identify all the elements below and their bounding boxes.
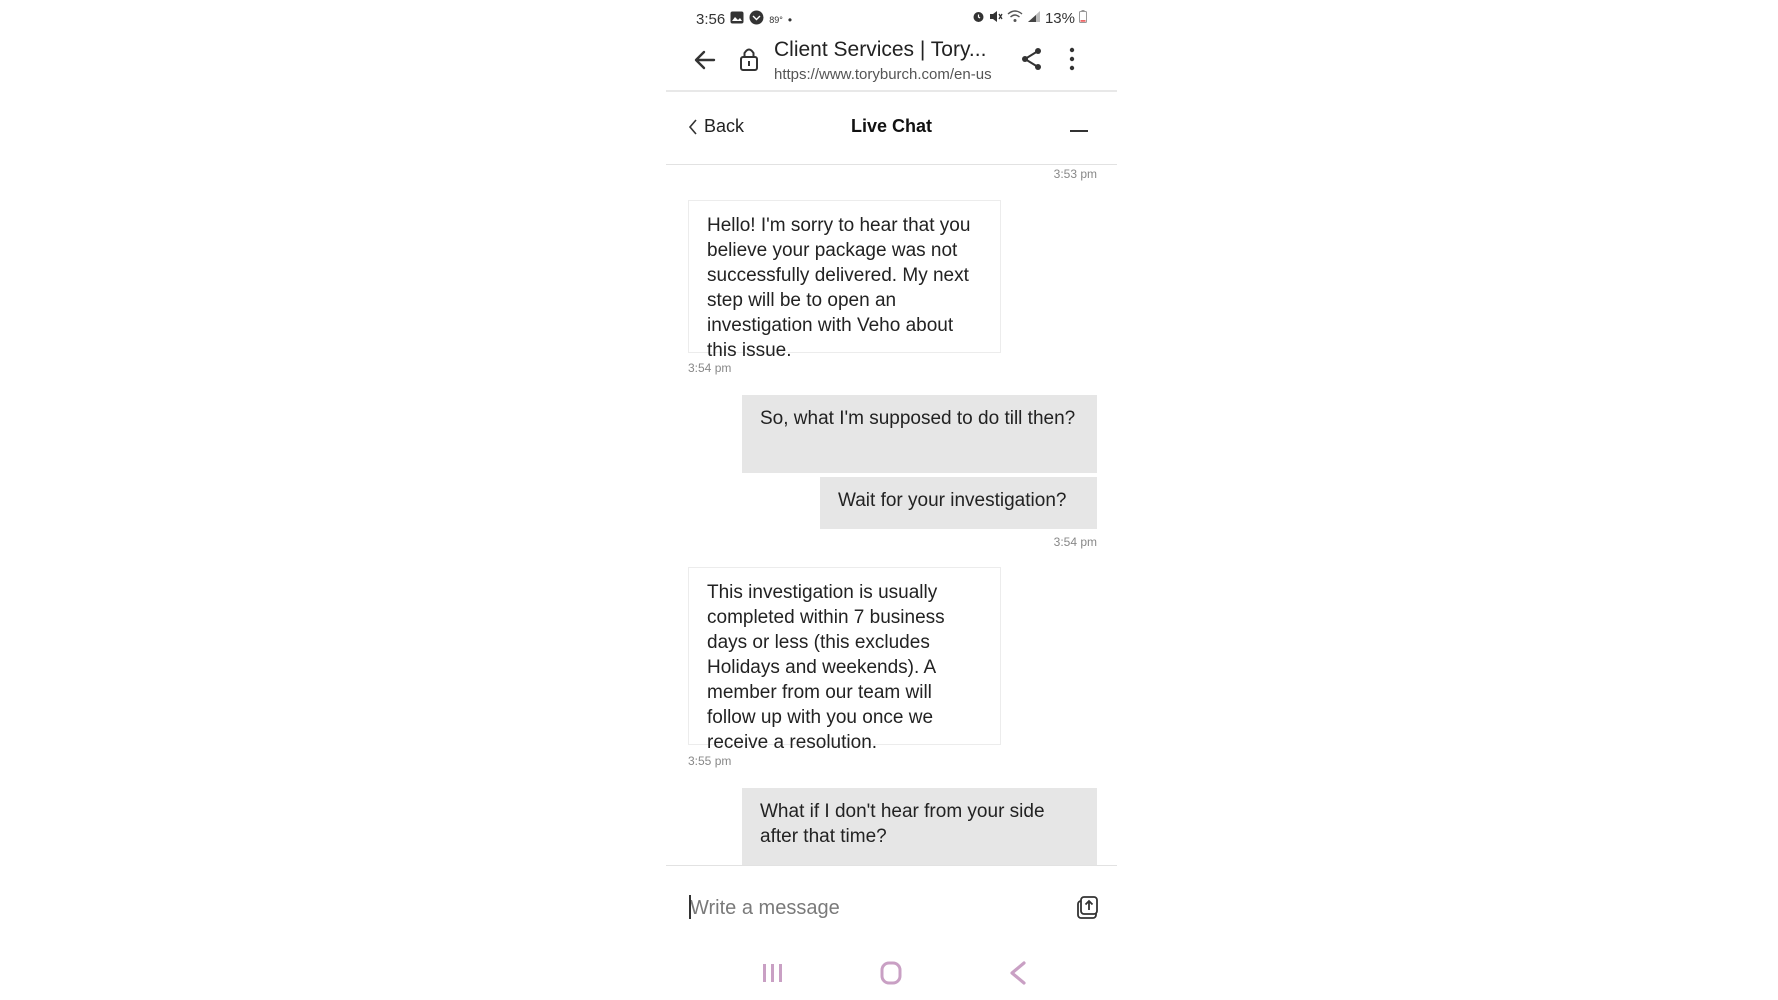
chat-title: Live Chat [850, 116, 933, 136]
more-vert-icon[interactable] [1064, 46, 1080, 72]
user-message: What if I don't hear from your side afte… [742, 788, 1097, 865]
nav-back-icon[interactable] [1004, 959, 1034, 987]
android-nav-bar [666, 955, 1117, 995]
status-battery: 13% [1044, 10, 1075, 27]
signal-icon [1027, 10, 1041, 27]
recents-icon[interactable] [758, 959, 788, 987]
alarm-icon [972, 10, 985, 27]
message-list[interactable]: 3:53 pm Hello! I'm sorry to hear that yo… [666, 165, 1117, 865]
status-left: 3:56 89° • [696, 10, 792, 29]
phone-screen: 3:56 89° • 13% Client Services | Tory...… [666, 0, 1117, 1000]
back-arrow-icon[interactable] [692, 47, 718, 73]
wifi-icon [1007, 10, 1023, 27]
text-cursor [689, 895, 691, 919]
agent-message: Hello! I'm sorry to hear that you believ… [688, 200, 1001, 361]
status-right: 13% [972, 10, 1087, 27]
share-icon[interactable] [1020, 46, 1044, 72]
message-composer [666, 865, 1117, 946]
status-time: 3:56 [696, 11, 726, 28]
home-icon[interactable] [876, 959, 906, 987]
user-message: So, what I'm supposed to do till then? [742, 395, 1097, 473]
dot-icon: • [787, 12, 793, 27]
minimize-icon[interactable] [1070, 130, 1088, 132]
message-timestamp: 3:55 pm [688, 754, 732, 768]
status-bar: 3:56 89° • 13% [696, 10, 1087, 28]
message-input[interactable] [688, 894, 1050, 922]
status-temperature: 89° [769, 14, 783, 25]
page-title[interactable]: Client Services | Tory... [774, 38, 986, 62]
page-url[interactable]: https://www.toryburch.com/en-us [774, 66, 1002, 83]
chat-header: Back Live Chat [666, 92, 1117, 165]
lock-icon[interactable] [738, 46, 760, 72]
message-timestamp: 3:54 pm [688, 361, 732, 375]
agent-message: This investigation is usually completed … [688, 567, 1001, 753]
message-timestamp: 3:54 pm [1053, 535, 1097, 549]
attach-upload-icon[interactable] [1076, 894, 1100, 920]
browser-url-bar: Client Services | Tory... https://www.to… [666, 34, 1117, 92]
user-message: Wait for your investigation? [820, 477, 1097, 529]
message-timestamp: 3:53 pm [1053, 167, 1097, 181]
mute-icon [989, 10, 1003, 27]
battery-icon [1079, 10, 1087, 27]
gallery-icon [730, 11, 744, 28]
weather-icon [749, 10, 764, 29]
